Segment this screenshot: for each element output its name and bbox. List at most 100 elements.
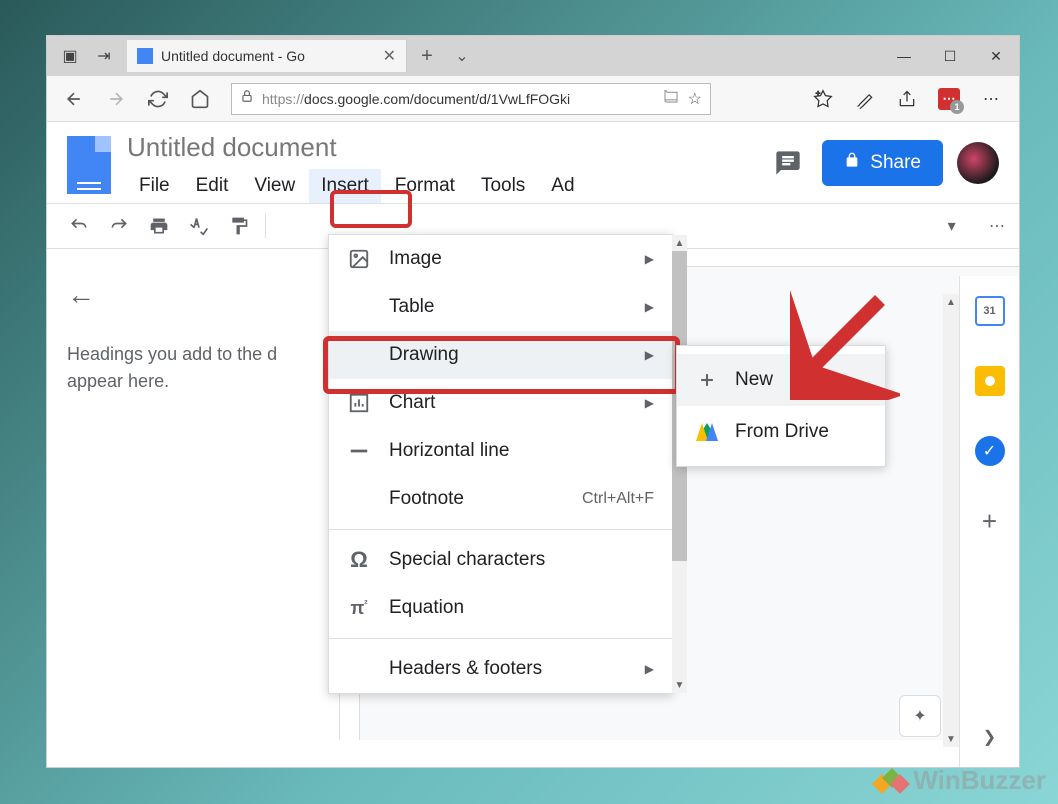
toolbar-more[interactable]: ▾ ⋯	[948, 216, 1005, 236]
share-page-icon[interactable]	[887, 80, 927, 118]
docs-header: Untitled document FileEditViewInsertForm…	[47, 122, 1019, 203]
refresh-icon[interactable]	[139, 80, 177, 118]
menu-label: Chart	[389, 392, 627, 414]
submenu-arrow-icon: ▶	[645, 252, 654, 266]
calendar-icon[interactable]: 31	[975, 296, 1005, 326]
winbuzzer-logo-icon	[875, 767, 907, 795]
close-icon[interactable]: ✕	[973, 36, 1019, 76]
insert-special-characters[interactable]: ΩSpecial characters	[329, 536, 672, 584]
menu-format[interactable]: Format	[383, 169, 467, 203]
shortcut: Ctrl+Alt+F	[582, 490, 654, 508]
keep-icon[interactable]	[975, 366, 1005, 396]
menu-label: Headers & footers	[389, 658, 627, 680]
more-icon[interactable]: ⋯	[971, 80, 1011, 118]
menu-label: Table	[389, 296, 627, 318]
minimize-icon[interactable]: ―	[881, 36, 927, 76]
explore-button[interactable]: ✦	[899, 695, 941, 737]
tab-title: Untitled document - Go	[161, 48, 375, 64]
spellcheck-icon[interactable]	[181, 208, 217, 244]
insert-table[interactable]: Table ▶	[329, 283, 672, 331]
submenu-arrow-icon: ▶	[645, 396, 654, 410]
tab-dropdown-icon[interactable]: ⌄	[447, 46, 477, 66]
notes-icon[interactable]	[845, 80, 885, 118]
outline-back-icon[interactable]: ←	[67, 279, 319, 311]
docs-logo-icon[interactable]	[67, 136, 111, 194]
redo-icon[interactable]	[101, 208, 137, 244]
menu-tools[interactable]: Tools	[469, 169, 537, 203]
add-addon-icon[interactable]: +	[982, 506, 997, 537]
back-icon[interactable]	[55, 80, 93, 118]
tab-actions-icon[interactable]: ▣	[53, 41, 87, 71]
extension-icon[interactable]: ⋯1	[929, 80, 969, 118]
submenu-arrow-icon: ▶	[645, 348, 654, 362]
insert-horizontal-line[interactable]: Horizontal line	[329, 427, 672, 475]
menu-ad[interactable]: Ad	[539, 169, 586, 203]
home-icon[interactable]	[181, 80, 219, 118]
drawing-submenu: New From Drive	[676, 345, 886, 467]
paint-format-icon[interactable]	[221, 208, 257, 244]
scroll-up-icon[interactable]: ▲	[943, 294, 959, 310]
blank-icon	[347, 295, 371, 319]
blank-icon	[347, 487, 371, 511]
undo-icon[interactable]	[61, 208, 97, 244]
drawing-from-drive[interactable]: From Drive	[677, 406, 885, 458]
pi-icon: π²	[347, 596, 371, 620]
scroll-down-icon[interactable]: ▼	[672, 677, 687, 693]
plus-icon	[695, 368, 719, 392]
collapse-panel-icon[interactable]: ❯	[983, 727, 996, 747]
menu-label: Equation	[389, 597, 654, 619]
insert-menu: ▲ ▼ Image▶Table▶Drawing▶Chart▶Horizontal…	[328, 234, 673, 694]
submenu-arrow-icon: ▶	[645, 300, 654, 314]
side-panel: 31 + ❯	[959, 276, 1019, 767]
lock-icon	[240, 89, 254, 108]
tab-aside-icon[interactable]: ⇥	[87, 41, 121, 71]
blank-icon	[347, 343, 371, 367]
favorites-icon[interactable]	[803, 80, 843, 118]
scrollbar-vertical[interactable]: ▲ ▼	[943, 294, 959, 747]
hr-icon	[347, 439, 371, 463]
menu-label: Horizontal line	[389, 440, 654, 462]
insert-chart[interactable]: Chart ▶	[329, 379, 672, 427]
browser-tab[interactable]: Untitled document - Go ✕	[127, 40, 407, 72]
comments-icon[interactable]	[768, 143, 808, 183]
scroll-down-icon[interactable]: ▼	[943, 731, 959, 747]
share-button[interactable]: Share	[822, 140, 943, 186]
scroll-up-icon[interactable]: ▲	[672, 235, 687, 251]
omega-icon: Ω	[347, 548, 371, 572]
menu-view[interactable]: View	[242, 169, 307, 203]
insert-footnote[interactable]: Footnote Ctrl+Alt+F	[329, 475, 672, 523]
drawing-new[interactable]: New	[677, 354, 885, 406]
menu-file[interactable]: File	[127, 169, 182, 203]
chevron-down-icon: ▾	[948, 216, 956, 236]
menu-label: Footnote	[389, 488, 564, 510]
blank-icon	[347, 657, 371, 681]
insert-headers-footers[interactable]: Headers & footers ▶	[329, 645, 672, 693]
watermark: WinBuzzer	[875, 765, 1046, 796]
share-label: Share	[870, 152, 921, 174]
submenu-label: New	[735, 369, 773, 391]
drive-icon	[695, 420, 719, 444]
favorite-icon[interactable]: ☆	[688, 89, 702, 109]
more-icon: ⋯	[989, 216, 1005, 236]
menu-edit[interactable]: Edit	[184, 169, 241, 203]
menu-bar: FileEditViewInsertFormatToolsAd	[127, 169, 752, 203]
menu-label: Drawing	[389, 344, 627, 366]
tab-close-icon[interactable]: ✕	[383, 46, 396, 66]
reader-icon[interactable]	[662, 87, 680, 110]
address-bar: https://docs.google.com/document/d/1VwLf…	[47, 76, 1019, 122]
submenu-arrow-icon: ▶	[645, 662, 654, 676]
window-controls: ― ☐ ✕	[881, 36, 1019, 76]
doc-title[interactable]: Untitled document	[127, 132, 752, 163]
print-icon[interactable]	[141, 208, 177, 244]
insert-drawing[interactable]: Drawing ▶	[329, 331, 672, 379]
avatar[interactable]	[957, 142, 999, 184]
image-icon	[347, 247, 371, 271]
lock-icon	[844, 152, 860, 174]
insert-image[interactable]: Image▶	[329, 235, 672, 283]
url-box[interactable]: https://docs.google.com/document/d/1VwLf…	[231, 83, 711, 115]
menu-insert[interactable]: Insert	[309, 169, 381, 203]
maximize-icon[interactable]: ☐	[927, 36, 973, 76]
insert-equation[interactable]: π² Equation	[329, 584, 672, 632]
new-tab-button[interactable]: +	[407, 45, 447, 68]
tasks-icon[interactable]	[975, 436, 1005, 466]
